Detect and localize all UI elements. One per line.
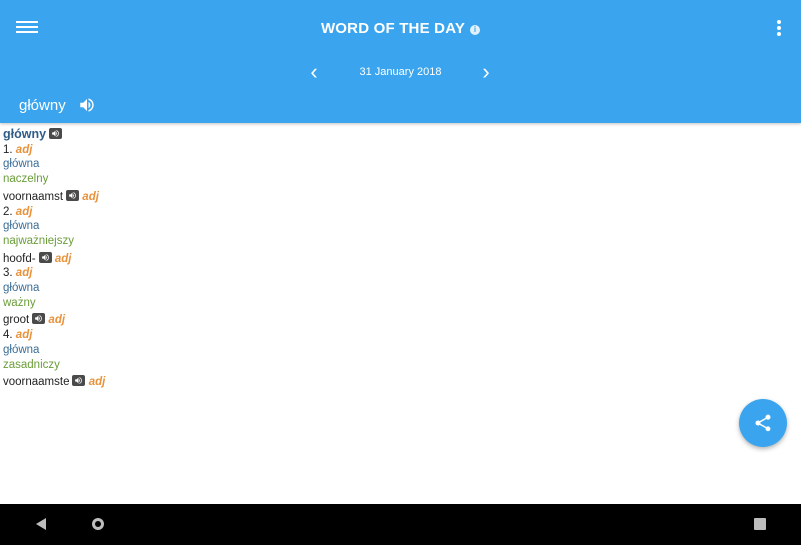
translation: hoofd-	[3, 252, 36, 265]
synonym: zasadniczy	[3, 358, 60, 371]
word-form: główna	[3, 343, 40, 356]
synonym: ważny	[3, 296, 36, 309]
entry-headword: główny	[3, 127, 47, 141]
back-icon[interactable]	[34, 517, 48, 531]
system-nav-bar	[0, 504, 801, 545]
entry-content: główny 1. adj główna naczelny voornaamst…	[3, 127, 105, 390]
speaker-icon[interactable]	[78, 96, 96, 114]
home-icon[interactable]	[92, 518, 104, 530]
page-title: WORD OF THE DAY i	[0, 20, 801, 37]
sense-number: 1.	[3, 143, 13, 156]
translation: voornaamst	[3, 190, 64, 203]
synonym: naczelny	[3, 173, 49, 186]
translation-pos: adj	[48, 314, 66, 327]
word-form: główna	[3, 158, 40, 171]
speaker-icon[interactable]	[49, 128, 63, 139]
translation: groot	[3, 314, 30, 327]
translation: voornaamste	[3, 376, 70, 389]
speaker-icon[interactable]	[66, 189, 80, 201]
page-title-text: WORD OF THE DAY	[320, 20, 466, 37]
speaker-icon[interactable]	[32, 313, 46, 325]
word-form: główna	[3, 282, 40, 295]
date-label: 31 January 2018	[359, 66, 442, 78]
part-of-speech: adj	[15, 267, 33, 280]
translation-pos: adj	[88, 376, 106, 389]
part-of-speech: adj	[15, 329, 33, 342]
share-button[interactable]	[739, 399, 787, 447]
word-title: główny	[19, 97, 66, 114]
more-vert-icon[interactable]	[776, 20, 782, 36]
part-of-speech: adj	[15, 205, 33, 218]
translation-pos: adj	[54, 252, 72, 265]
chevron-right-icon[interactable]: ›	[477, 61, 495, 83]
synonym: najważniejszy	[3, 234, 74, 247]
word-form: główna	[3, 220, 40, 233]
app-bar: WORD OF THE DAY i ‹ 31 January 2018 › głó…	[0, 0, 801, 123]
speaker-icon[interactable]	[72, 375, 86, 387]
sense-number: 2.	[3, 205, 13, 218]
share-icon	[755, 414, 771, 432]
translation-pos: adj	[82, 190, 99, 203]
part-of-speech: adj	[15, 143, 33, 156]
speaker-icon[interactable]	[38, 251, 52, 263]
sense-number: 4.	[3, 329, 13, 342]
recent-apps-icon[interactable]	[754, 518, 766, 530]
info-icon[interactable]: i	[470, 25, 481, 35]
sense-number: 3.	[3, 267, 13, 280]
